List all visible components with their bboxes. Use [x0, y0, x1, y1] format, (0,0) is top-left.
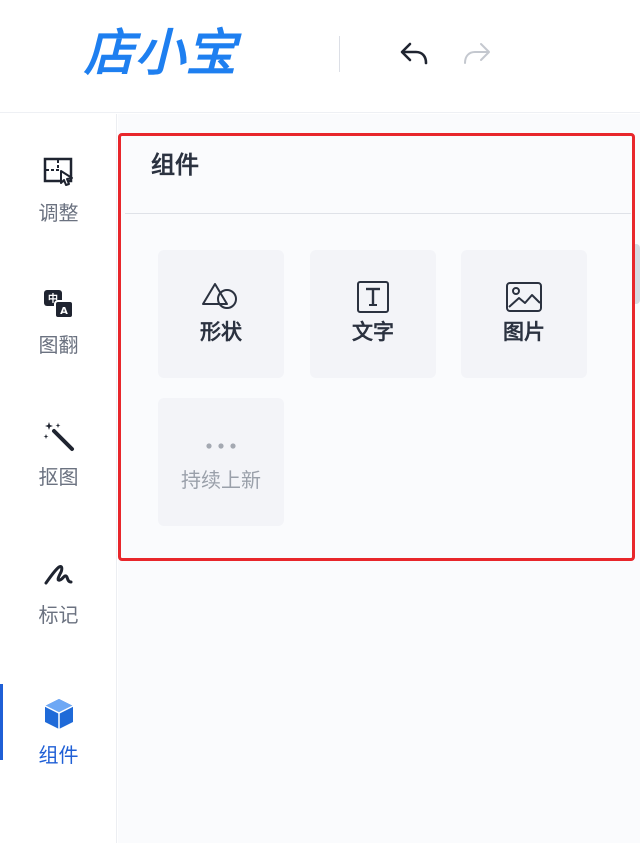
- redo-button[interactable]: [459, 36, 495, 72]
- sidebar-item-image-translate[interactable]: 中 A 图翻: [0, 284, 117, 396]
- redo-icon: [464, 43, 490, 64]
- adjust-icon: [39, 152, 79, 192]
- text-card[interactable]: 文字: [310, 250, 436, 378]
- shape-card[interactable]: 形状: [158, 250, 284, 378]
- sidebar-item-adjust[interactable]: 调整: [0, 152, 117, 264]
- image-translate-icon: 中 A: [39, 284, 79, 324]
- image-card[interactable]: 图片: [461, 250, 587, 378]
- svg-text:A: A: [60, 306, 68, 317]
- card-label: 文字: [352, 320, 394, 344]
- panel-title: 组件: [151, 151, 199, 179]
- card-label: 持续上新: [181, 468, 261, 492]
- sidebar-item-label: 调整: [38, 201, 79, 225]
- cube-icon: [39, 694, 79, 734]
- sidebar-item-components[interactable]: 组件: [0, 694, 117, 806]
- card-label: 形状: [200, 320, 242, 344]
- sidebar-item-label: 图翻: [38, 333, 79, 357]
- sidebar-item-mark[interactable]: 标记: [0, 554, 117, 666]
- more-coming-card: 持续上新: [158, 398, 284, 526]
- text-icon: [353, 280, 393, 314]
- more-icon: [201, 436, 241, 456]
- components-panel: 组件 形状 文字 图片 持续上新: [118, 133, 635, 561]
- header: 店小宝: [0, 0, 640, 113]
- sidebar-item-cutout[interactable]: 抠图: [0, 416, 117, 528]
- card-label: 图片: [503, 320, 545, 344]
- undo-button[interactable]: [396, 36, 432, 72]
- svg-text:中: 中: [48, 292, 58, 305]
- image-icon: [504, 280, 544, 314]
- sidebar-item-label: 抠图: [38, 465, 79, 489]
- app: 店小宝 调整 中 A 图翻 抠图 标记 组件 组件 形状 文字 图片 持续上新: [0, 0, 640, 843]
- header-divider: [339, 36, 340, 72]
- panel-divider: [125, 213, 631, 214]
- sidebar-item-label: 标记: [38, 603, 79, 627]
- undo-icon: [400, 42, 428, 65]
- sidebar: 调整 中 A 图翻 抠图 标记 组件: [0, 114, 117, 843]
- signature-icon: [39, 554, 79, 594]
- shape-icon: [201, 280, 241, 314]
- logo: 店小宝: [84, 24, 237, 82]
- sidebar-item-label: 组件: [38, 743, 79, 767]
- magic-wand-icon: [39, 416, 79, 456]
